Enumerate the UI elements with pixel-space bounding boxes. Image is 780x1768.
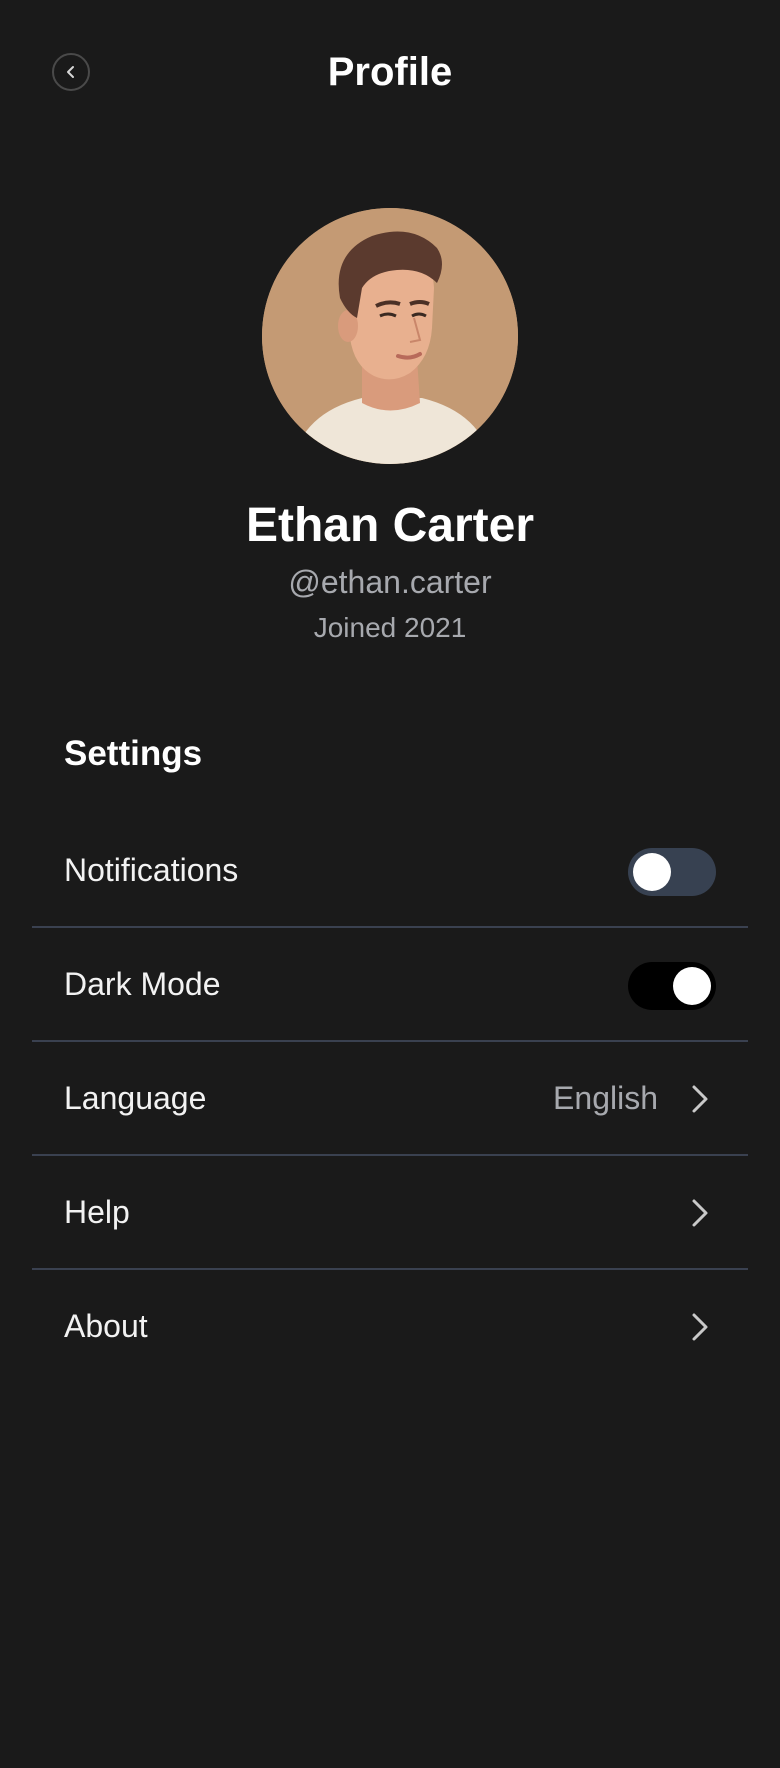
setting-row-language[interactable]: Language English	[32, 1042, 748, 1156]
setting-label: Notifications	[64, 852, 239, 888]
setting-row-about[interactable]: About	[32, 1270, 748, 1384]
chevron-right-icon	[690, 1312, 710, 1342]
setting-label: Help	[64, 1194, 130, 1230]
avatar	[262, 208, 518, 464]
toggle-knob	[673, 967, 711, 1005]
chevron-right-icon	[690, 1198, 710, 1228]
top-bar: Profile	[0, 0, 780, 144]
setting-label: About	[64, 1308, 148, 1344]
setting-row-help[interactable]: Help	[32, 1156, 748, 1270]
profile-name: Ethan Carter	[245, 499, 535, 552]
settings-title: Settings	[64, 734, 203, 773]
notifications-toggle[interactable]	[628, 848, 716, 896]
chevron-right-icon	[690, 1084, 710, 1114]
dark-mode-toggle[interactable]	[628, 962, 716, 1010]
toggle-knob	[633, 853, 671, 891]
setting-label: Dark Mode	[64, 966, 221, 1002]
joined-date: Joined 2021	[313, 612, 467, 643]
language-value: English	[553, 1080, 658, 1116]
profile-handle: @ethan.carter	[288, 564, 492, 600]
setting-row-notifications[interactable]: Notifications	[32, 814, 748, 928]
setting-label: Language	[64, 1080, 207, 1116]
settings-list: Notifications Dark Mode Language English…	[32, 814, 748, 1384]
setting-row-dark-mode[interactable]: Dark Mode	[32, 928, 748, 1042]
page-title: Profile	[327, 50, 453, 94]
